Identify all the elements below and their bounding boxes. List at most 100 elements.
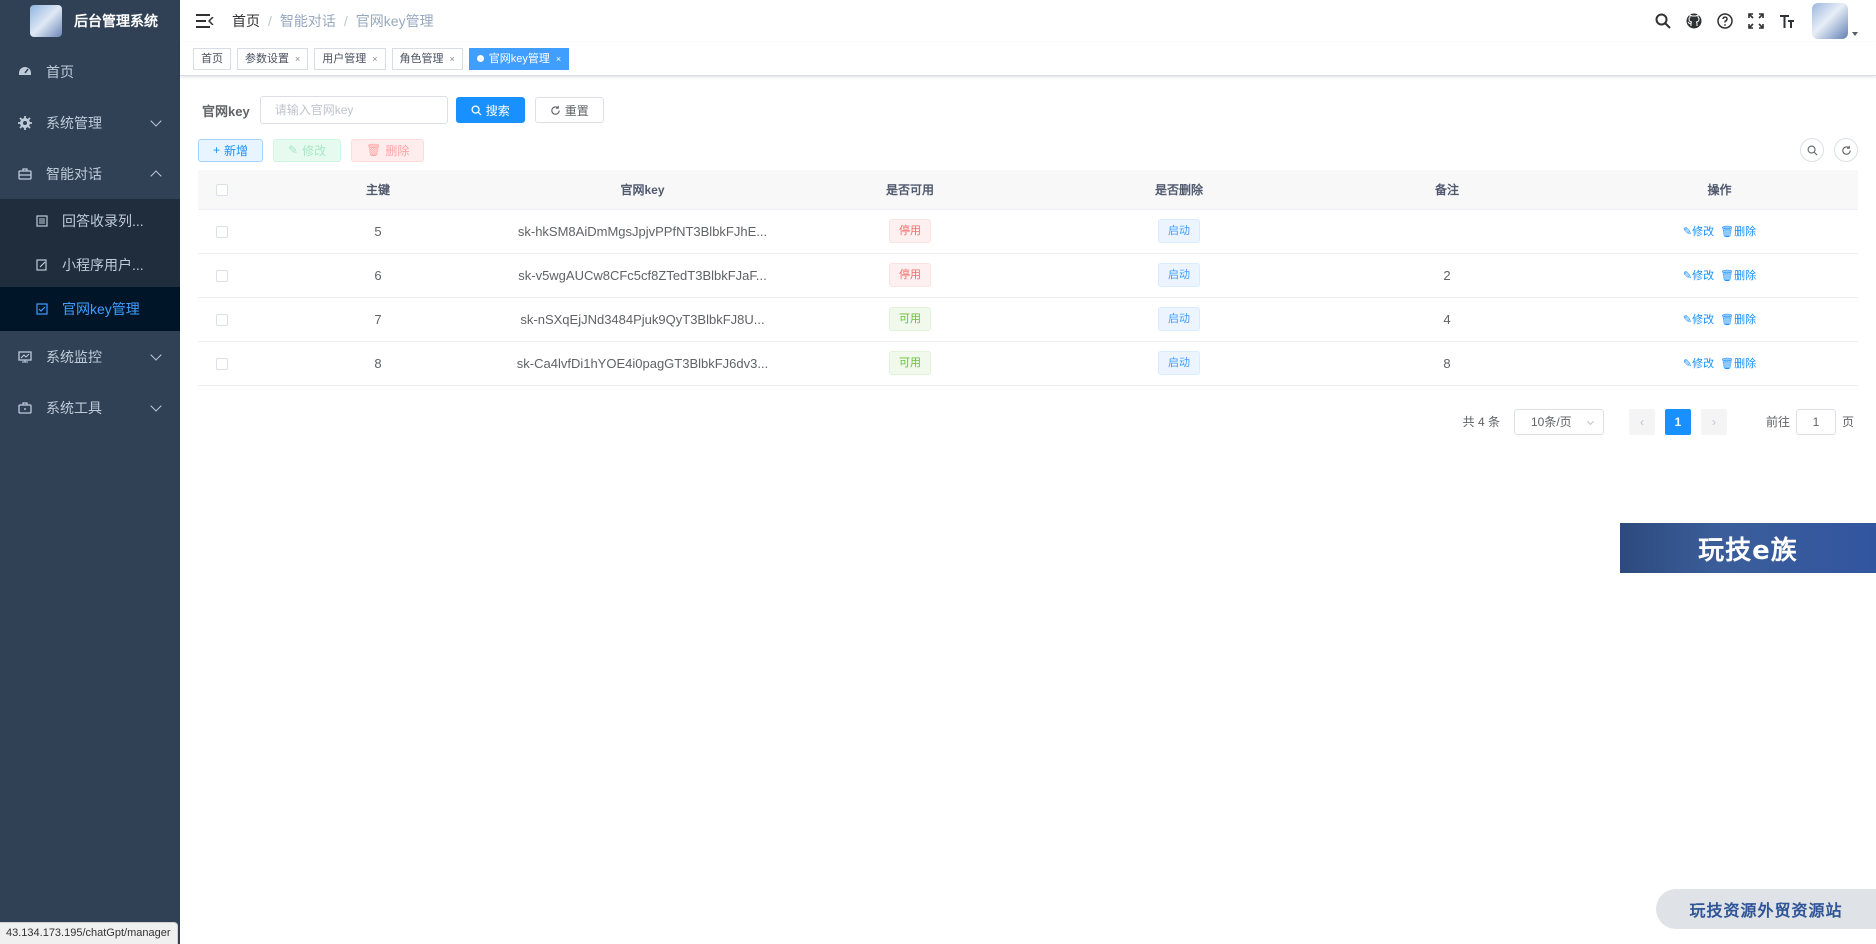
close-icon[interactable]: × <box>295 49 300 69</box>
tag-users[interactable]: 用户管理 × <box>314 47 386 70</box>
trash-icon: 🗑 <box>1720 270 1735 282</box>
key-search-input[interactable] <box>259 96 448 124</box>
watermark-footer: 玩技资源外贸资源站 <box>1656 889 1876 929</box>
refresh-icon <box>551 105 560 115</box>
monitor-icon <box>18 350 32 364</box>
tag-label: 首页 <box>201 52 223 65</box>
available-status-badge: 停用 <box>889 219 931 243</box>
close-icon[interactable]: × <box>556 49 561 69</box>
prev-page-button[interactable]: ‹ <box>1628 408 1655 435</box>
breadcrumb-separator: / <box>343 13 348 29</box>
sidebar-item-system-manage[interactable]: 系统管理 <box>0 97 180 148</box>
tag-home[interactable]: 首页 <box>193 47 231 70</box>
trash-icon: 🗑 <box>1720 358 1735 370</box>
tag-key-manage[interactable]: 官网key管理 × <box>468 47 570 70</box>
sidebar-item-label: 回答收录列... <box>62 213 144 229</box>
sidebar-item-answer-list[interactable]: 回答收录列... <box>0 199 180 243</box>
row-delete-button[interactable]: 🗑删除 <box>1720 270 1756 282</box>
row-delete-button[interactable]: 🗑删除 <box>1720 226 1756 238</box>
deleted-status-badge: 启动 <box>1158 263 1200 287</box>
delete-button-label: 删除 <box>385 143 410 158</box>
sidebar-item-label: 系统管理 <box>46 114 102 131</box>
header-deleted: 是否删除 <box>1045 170 1313 210</box>
fullscreen-icon[interactable] <box>1747 12 1765 30</box>
trash-icon: 🗑 <box>366 143 382 157</box>
hamburger-icon[interactable] <box>196 14 214 28</box>
key-text: sk-Ca4lvfDi1hYOE4i0pagGT3BlbkFJ6dv3... <box>516 356 769 372</box>
toolbar: + 新增 ✎ 修改 🗑 删除 <box>198 138 1858 162</box>
refresh-button[interactable] <box>1834 138 1858 162</box>
select-all-checkbox[interactable] <box>216 184 228 197</box>
navbar: 首页 / 智能对话 / 官网key管理 <box>180 0 1876 42</box>
row-edit-label: 修改 <box>1692 314 1715 326</box>
row-checkbox[interactable] <box>216 314 228 327</box>
header-available: 是否可用 <box>775 170 1045 210</box>
row-edit-button[interactable]: ✎修改 <box>1683 226 1714 238</box>
goto-page: 前往 页 <box>1766 408 1854 435</box>
content: 官网key 搜索 重置 +新增 ✎修改 🗑删除 <box>180 76 1876 436</box>
close-icon[interactable]: × <box>372 49 377 69</box>
breadcrumb-home[interactable]: 首页 <box>232 11 260 31</box>
search-icon[interactable] <box>1654 12 1672 30</box>
tag-roles[interactable]: 角色管理 × <box>391 47 463 70</box>
row-delete-button[interactable]: 🗑删除 <box>1720 358 1756 370</box>
row-edit-button[interactable]: ✎修改 <box>1683 270 1714 282</box>
avatar[interactable] <box>1812 3 1848 39</box>
cell-deleted: 启动 <box>1045 341 1313 386</box>
row-edit-button[interactable]: ✎修改 <box>1683 314 1714 326</box>
font-size-icon[interactable] <box>1778 12 1796 30</box>
cell-deleted: 启动 <box>1045 253 1313 298</box>
chevron-down-icon <box>150 349 162 361</box>
chevron-down-icon <box>1586 417 1595 425</box>
row-delete-button[interactable]: 🗑删除 <box>1720 314 1756 326</box>
goto-page-input[interactable] <box>1795 408 1836 435</box>
header-actions: 操作 <box>1581 170 1858 210</box>
sidebar-item-smart-chat[interactable]: 智能对话 <box>0 148 180 199</box>
row-checkbox[interactable] <box>216 358 228 371</box>
edit-icon: ✎ <box>1682 358 1693 370</box>
tag-label: 用户管理 <box>322 52 367 65</box>
sidebar-item-system-tools[interactable]: 系统工具 <box>0 382 180 433</box>
sidebar-item-miniapp-users[interactable]: 小程序用户... <box>0 243 180 287</box>
header-id: 主键 <box>246 170 510 210</box>
sidebar: 后台管理系统 首页 系统管理 智能对话 回答收录列... 小程序用户... 官网… <box>0 0 180 944</box>
question-icon[interactable] <box>1716 12 1734 30</box>
cell-id: 8 <box>246 341 510 386</box>
sidebar-item-system-monitor[interactable]: 系统监控 <box>0 331 180 382</box>
tag-label: 官网key管理 <box>488 52 550 65</box>
page-size-select[interactable]: 10条/页 <box>1513 408 1604 435</box>
logo[interactable]: 后台管理系统 <box>0 0 180 42</box>
row-delete-label: 删除 <box>1734 226 1757 238</box>
next-page-button[interactable]: › <box>1700 408 1727 435</box>
cell-key: sk-hkSM8AiDmMgsJpjvPPfNT3BlbkFJhE... <box>510 209 775 254</box>
close-icon[interactable]: × <box>450 49 455 69</box>
edit-icon: ✎ <box>1682 314 1693 326</box>
cell-id: 5 <box>246 209 510 254</box>
goto-suffix: 页 <box>1841 415 1854 429</box>
checkbox-icon <box>36 303 48 315</box>
cell-available: 停用 <box>775 253 1045 298</box>
sidebar-item-home[interactable]: 首页 <box>0 46 180 97</box>
edit-button[interactable]: ✎ 修改 <box>273 138 342 162</box>
row-edit-button[interactable]: ✎修改 <box>1683 358 1714 370</box>
row-checkbox[interactable] <box>216 270 228 283</box>
toggle-search-button[interactable] <box>1800 138 1824 162</box>
tag-params[interactable]: 参数设置 × <box>237 47 309 70</box>
breadcrumb-smart-chat: 智能对话 <box>279 13 336 29</box>
add-button[interactable]: + 新增 <box>198 138 264 162</box>
main-area: 首页 / 智能对话 / 官网key管理 首页 参数设置 × 用户管理 × 角色管… <box>180 0 1876 944</box>
search-button[interactable]: 搜索 <box>455 97 525 123</box>
page-number-1[interactable]: 1 <box>1664 408 1691 435</box>
row-checkbox[interactable] <box>216 226 228 239</box>
row-select-cell <box>198 341 246 386</box>
row-select-cell <box>198 253 246 298</box>
deleted-status-badge: 启动 <box>1158 307 1200 331</box>
caret-down-icon[interactable] <box>1852 32 1858 36</box>
sidebar-item-key-manage[interactable]: 官网key管理 <box>0 287 180 331</box>
delete-button[interactable]: 🗑 删除 <box>351 138 425 162</box>
search-icon <box>1807 145 1817 155</box>
select-all-cell <box>198 170 246 210</box>
key-label: 官网key <box>202 103 250 119</box>
github-icon[interactable] <box>1685 12 1703 30</box>
reset-button[interactable]: 重置 <box>534 97 604 123</box>
